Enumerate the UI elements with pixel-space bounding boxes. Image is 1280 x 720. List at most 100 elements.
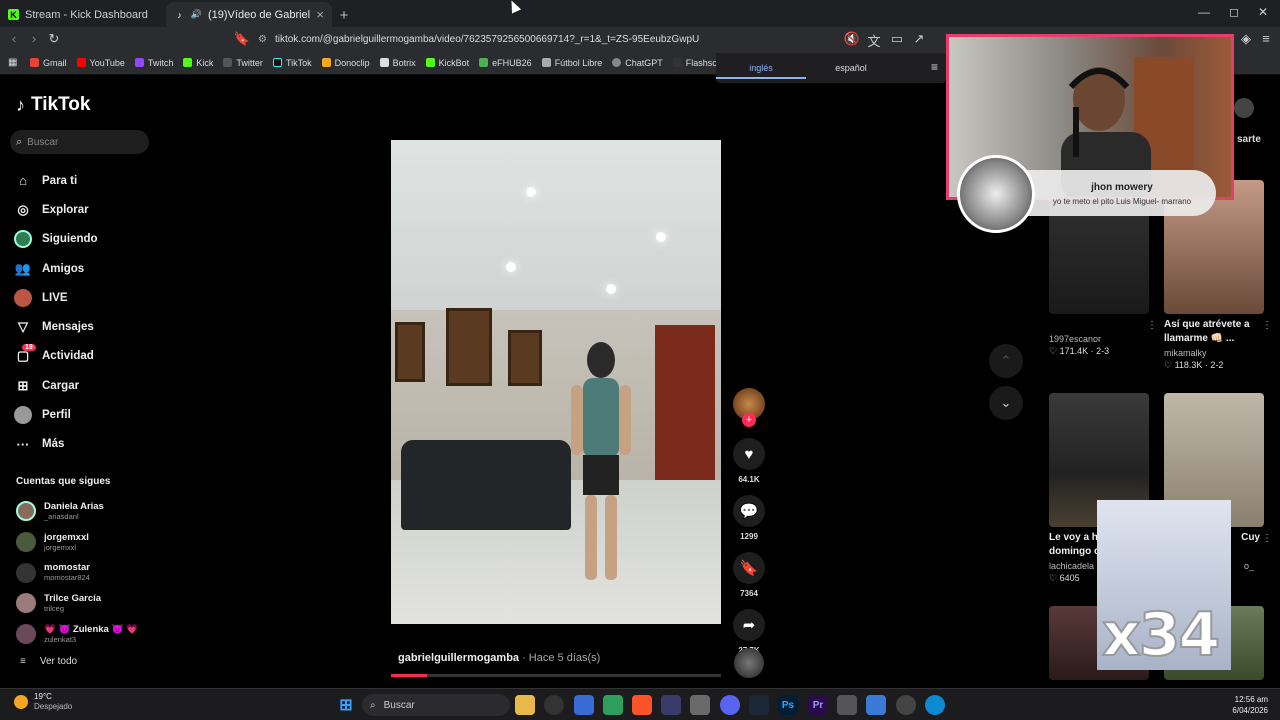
bookmark-youtube[interactable]: YouTube — [76, 58, 125, 68]
steam-icon[interactable] — [749, 695, 769, 715]
following-item[interactable]: Daniela Arias _ariasdanl — [16, 496, 166, 527]
taskbar-search[interactable]: ⌕ Buscar — [362, 694, 510, 716]
app-icon[interactable] — [603, 695, 623, 715]
bookmark-label: Twitch — [147, 57, 174, 68]
menu-icon[interactable]: ≡ — [1256, 31, 1276, 46]
bookmark-label: Gmail — [43, 57, 67, 68]
reload-icon[interactable]: ↻ — [44, 31, 64, 47]
creator-avatar[interactable]: + — [733, 388, 765, 427]
premiere-icon[interactable]: Pr — [808, 695, 828, 715]
nav-item-explorar[interactable]: ◎ Explorar — [14, 195, 204, 224]
see-all-link[interactable]: ≡ Ver todo — [20, 656, 77, 667]
comment-count: 1299 — [740, 532, 758, 541]
clock-date: 6/04/2026 — [1232, 706, 1268, 715]
video-player[interactable] — [391, 140, 721, 624]
next-video-button[interactable]: ⌄ — [989, 386, 1023, 420]
app-icon[interactable] — [574, 695, 594, 715]
new-tab-button[interactable]: + — [332, 3, 356, 27]
video-author[interactable]: gabrielguillermogamba — [398, 652, 519, 664]
translate-source-option[interactable]: inglés — [716, 53, 806, 83]
nav-item-live[interactable]: LIVE — [14, 283, 204, 312]
music-disc-icon[interactable] — [734, 648, 764, 678]
following-item[interactable]: 💗 👿 Zulenka 👿 💗 zulenkat3 — [16, 619, 166, 650]
share-icon[interactable]: ↗ — [909, 31, 929, 47]
translate-icon[interactable]: 文 — [864, 31, 884, 50]
media-player-icon[interactable] — [661, 695, 681, 715]
windows-start-icon[interactable]: ⊞ — [336, 695, 356, 715]
following-item[interactable]: Trilce García trilceg — [16, 588, 166, 619]
forward-icon[interactable]: › — [24, 31, 44, 46]
brave-icon[interactable] — [632, 695, 652, 715]
save-button[interactable]: 🔖 — [733, 552, 765, 584]
edge-icon[interactable] — [925, 695, 945, 715]
back-icon[interactable]: ‹ — [4, 31, 24, 46]
nav-item-perfil[interactable]: Perfil — [14, 400, 204, 429]
more-icon: ··· — [16, 436, 30, 452]
discord-icon[interactable] — [720, 695, 740, 715]
following-list: Daniela Arias _ariasdanl jorgemxxl jorgemx… — [16, 496, 166, 649]
close-window-icon[interactable]: ✕ — [1258, 5, 1268, 19]
cast-icon[interactable]: ▭ — [887, 31, 907, 47]
apps-icon[interactable]: ▦ — [8, 57, 17, 68]
minimize-icon[interactable]: — — [1198, 5, 1210, 19]
tiktok-logo[interactable]: ♪ TikTok — [16, 94, 90, 116]
nav-item-actividad[interactable]: ▢ 19 Actividad — [14, 342, 204, 371]
calculator-icon[interactable] — [690, 695, 710, 715]
previous-video-button[interactable]: ⌃ — [989, 344, 1023, 378]
video-caption[interactable]: gabrielguillermogamba · Hace 5 días(s) — [398, 652, 600, 664]
settings-icon[interactable] — [837, 695, 857, 715]
speaker-icon[interactable]: 🔊 — [191, 9, 202, 20]
bookmark-botrix[interactable]: Botrix — [379, 58, 416, 68]
bookmark-tiktok[interactable]: TikTok — [272, 58, 312, 68]
tab-kick-dashboard[interactable]: K Stream - Kick Dashboard — [0, 2, 166, 27]
notepad-icon[interactable] — [866, 695, 886, 715]
bookmark-gmail[interactable]: Gmail — [30, 58, 67, 68]
mute-icon[interactable]: 🔇 — [842, 31, 862, 47]
nav-item-cargar[interactable]: ⊞ Cargar — [14, 371, 204, 400]
nav-item-para-ti[interactable]: ⌂ Para ti — [14, 166, 204, 195]
chat-alert-avatar — [957, 155, 1035, 233]
nav-item-amigos[interactable]: 👥 Amigos — [14, 254, 204, 283]
nav-item-siguiendo[interactable]: Siguiendo — [14, 225, 204, 254]
card-stats: ♡ 171.4K · 2-3 — [1049, 346, 1110, 356]
maximize-icon[interactable]: ◻ — [1229, 5, 1239, 19]
photoshop-icon[interactable]: Ps — [778, 695, 798, 715]
logo-text: TikTok — [31, 94, 91, 115]
partial-header-icon[interactable] — [1234, 98, 1254, 118]
bookmark-efhub[interactable]: eFHUB26 — [479, 58, 532, 68]
comment-button[interactable]: 💬 — [733, 495, 765, 527]
follow-plus-icon[interactable]: + — [742, 413, 756, 427]
bookmark-donoclip[interactable]: Donoclip — [321, 58, 370, 68]
nav-item-mas[interactable]: ··· Más — [14, 430, 204, 459]
player-icon[interactable] — [896, 695, 916, 715]
bookmark-chatgpt[interactable]: ChatGPT — [612, 58, 663, 68]
share-button[interactable]: ➦ — [733, 609, 765, 641]
site-info-icon[interactable]: ⚙ — [258, 34, 267, 45]
close-tab-icon[interactable]: × — [316, 7, 324, 22]
bookmark-kickbot[interactable]: KickBot — [425, 58, 469, 68]
translate-target-option[interactable]: español — [806, 53, 896, 83]
obs-icon[interactable] — [544, 695, 564, 715]
tab-tiktok-video[interactable]: ♪ 🔊 (19)Vídeo de Gabriel Guillerm × — [166, 2, 332, 27]
bookmark-futbol-libre[interactable]: Fútbol Libre — [541, 58, 602, 68]
following-item[interactable]: jorgemxxl jorgemxxl — [16, 527, 166, 558]
more-options-icon[interactable]: ⋮ — [1262, 533, 1272, 544]
translate-menu-icon[interactable]: ≡ — [931, 60, 938, 74]
more-options-icon[interactable]: ⋮ — [1147, 320, 1157, 331]
vpn-icon[interactable]: ◈ — [1236, 31, 1256, 47]
bookmark-kick[interactable]: Kick — [183, 58, 213, 68]
file-explorer-icon[interactable] — [515, 695, 535, 715]
more-options-icon[interactable]: ⋮ — [1262, 320, 1272, 331]
search-input[interactable]: ⌕ Buscar — [10, 130, 149, 154]
bookmark-twitch[interactable]: Twitch — [134, 57, 174, 68]
system-clock[interactable]: 12:56 am 6/04/2026 — [1232, 694, 1268, 716]
comment-icon: 💬 — [739, 503, 759, 520]
clock-time: 12:56 am — [1234, 695, 1268, 704]
bookmark-twitter[interactable]: Twitter — [223, 58, 263, 68]
nav-item-mensajes[interactable]: ▽ Mensajes — [14, 312, 204, 341]
bookmark-icon[interactable]: 🔖 — [232, 31, 252, 47]
following-item[interactable]: momostar momostar824 — [16, 557, 166, 588]
like-button[interactable]: ♥ — [733, 438, 765, 470]
video-progress-bar[interactable] — [391, 674, 721, 677]
weather-widget[interactable]: 19°C Despejado — [14, 692, 72, 712]
